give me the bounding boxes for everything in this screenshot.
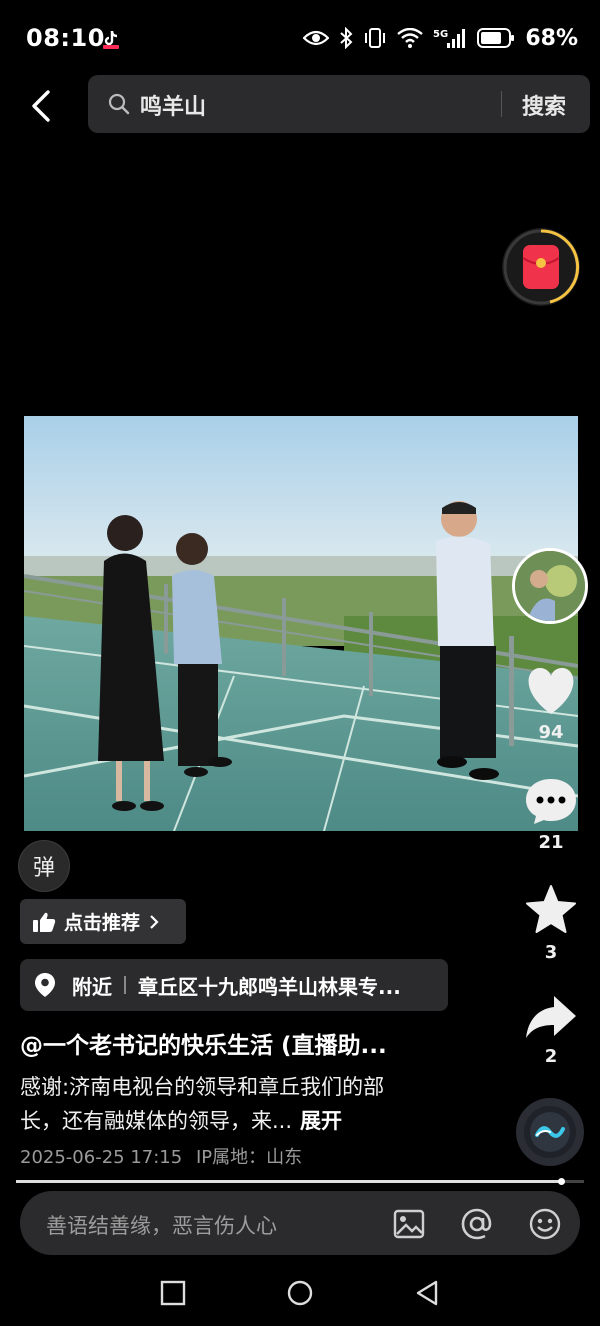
video-image [24,416,578,831]
location-name: 章丘区十九郎鸣羊山林果专... [138,974,401,999]
author-name[interactable]: @一个老书记的快乐生活 (直播助... [20,1026,460,1060]
recommend-label: 点击推荐 [64,912,141,934]
share-count: 2 [544,1046,558,1067]
heart-icon [528,668,574,714]
share-icon [526,996,576,1038]
music-disc-icon [524,1106,576,1158]
video-photo[interactable] [24,416,578,831]
description-line-1: 感谢:济南电视台的领导和章丘我们的部 [20,1075,385,1099]
recent-apps-icon[interactable] [158,1278,188,1308]
comment-button[interactable]: 21 [516,776,586,853]
battery-percent: 68% [525,25,578,51]
comment-icon [526,779,576,824]
favorite-button[interactable]: 3 [516,884,586,963]
avatar-image [515,551,585,621]
comment-bar[interactable]: 善语结善缘，恶言伤人心 [20,1191,580,1255]
star-icon [526,885,576,933]
bluetooth-icon [340,27,353,49]
system-nav-bar [0,1262,600,1326]
description-line-2: 长，还有融媒体的领导，来... [20,1109,293,1133]
tiktok-notification-icon [103,30,119,49]
search-input[interactable]: 鸣羊山 [140,89,206,121]
author-avatar[interactable] [512,548,588,624]
location-separator [124,976,126,994]
chevron-right-icon [150,914,159,929]
progress-knob[interactable] [558,1178,566,1185]
music-disc-button[interactable] [516,1098,584,1166]
post-meta: 2025-06-25 17:15 IP属地：山东 [20,1143,302,1169]
status-time: 08:10 [26,24,105,52]
progress-bar[interactable] [16,1178,584,1185]
red-packet-widget[interactable] [502,228,580,306]
progress-fill [16,1180,562,1183]
ip-location: IP属地：山东 [195,1147,303,1168]
image-icon[interactable] [392,1207,426,1241]
red-packet-icon [503,229,580,305]
nav-back-icon[interactable] [412,1278,442,1308]
favorite-count: 3 [544,942,558,963]
signal-5g-icon: 5G [433,29,466,48]
search-box[interactable]: 鸣羊山 搜索 [88,75,590,133]
home-icon[interactable] [285,1278,315,1308]
search-icon [108,93,130,115]
danmaku-label: 弹 [32,856,55,881]
eye-icon [303,30,330,46]
back-icon[interactable] [26,86,62,126]
status-icons: 5G 68% [303,24,578,52]
location-pin-icon [35,973,55,997]
at-icon[interactable] [460,1207,494,1241]
vibrate-icon [365,28,386,48]
post-date: 2025-06-25 17:15 [20,1147,183,1168]
status-bar: 08:10 5G 68% [0,0,600,70]
thumb-up-icon [33,912,56,932]
battery-icon [477,28,515,48]
location-bar[interactable]: 附近 章丘区十九郎鸣羊山林果专... [20,959,448,1011]
like-button[interactable]: 94 [516,666,586,743]
share-button[interactable]: 2 [516,994,586,1067]
svg-text:5G: 5G [433,29,448,40]
danmaku-button[interactable]: 弹 [18,840,70,892]
search-button[interactable]: 搜索 [522,89,566,121]
video-description: 感谢:济南电视台的领导和章丘我们的部 长，还有融媒体的领导，来... 展开 [20,1070,460,1138]
search-divider [501,91,502,117]
wifi-icon [397,28,424,48]
comment-input[interactable]: 善语结善缘，恶言伤人心 [46,1210,277,1240]
emoji-icon[interactable] [528,1207,562,1241]
expand-button[interactable]: 展开 [300,1109,342,1133]
comment-count: 21 [538,832,564,853]
recommend-button[interactable]: 点击推荐 [20,899,186,944]
like-count: 94 [538,722,564,743]
location-prefix: 附近 [72,974,112,999]
